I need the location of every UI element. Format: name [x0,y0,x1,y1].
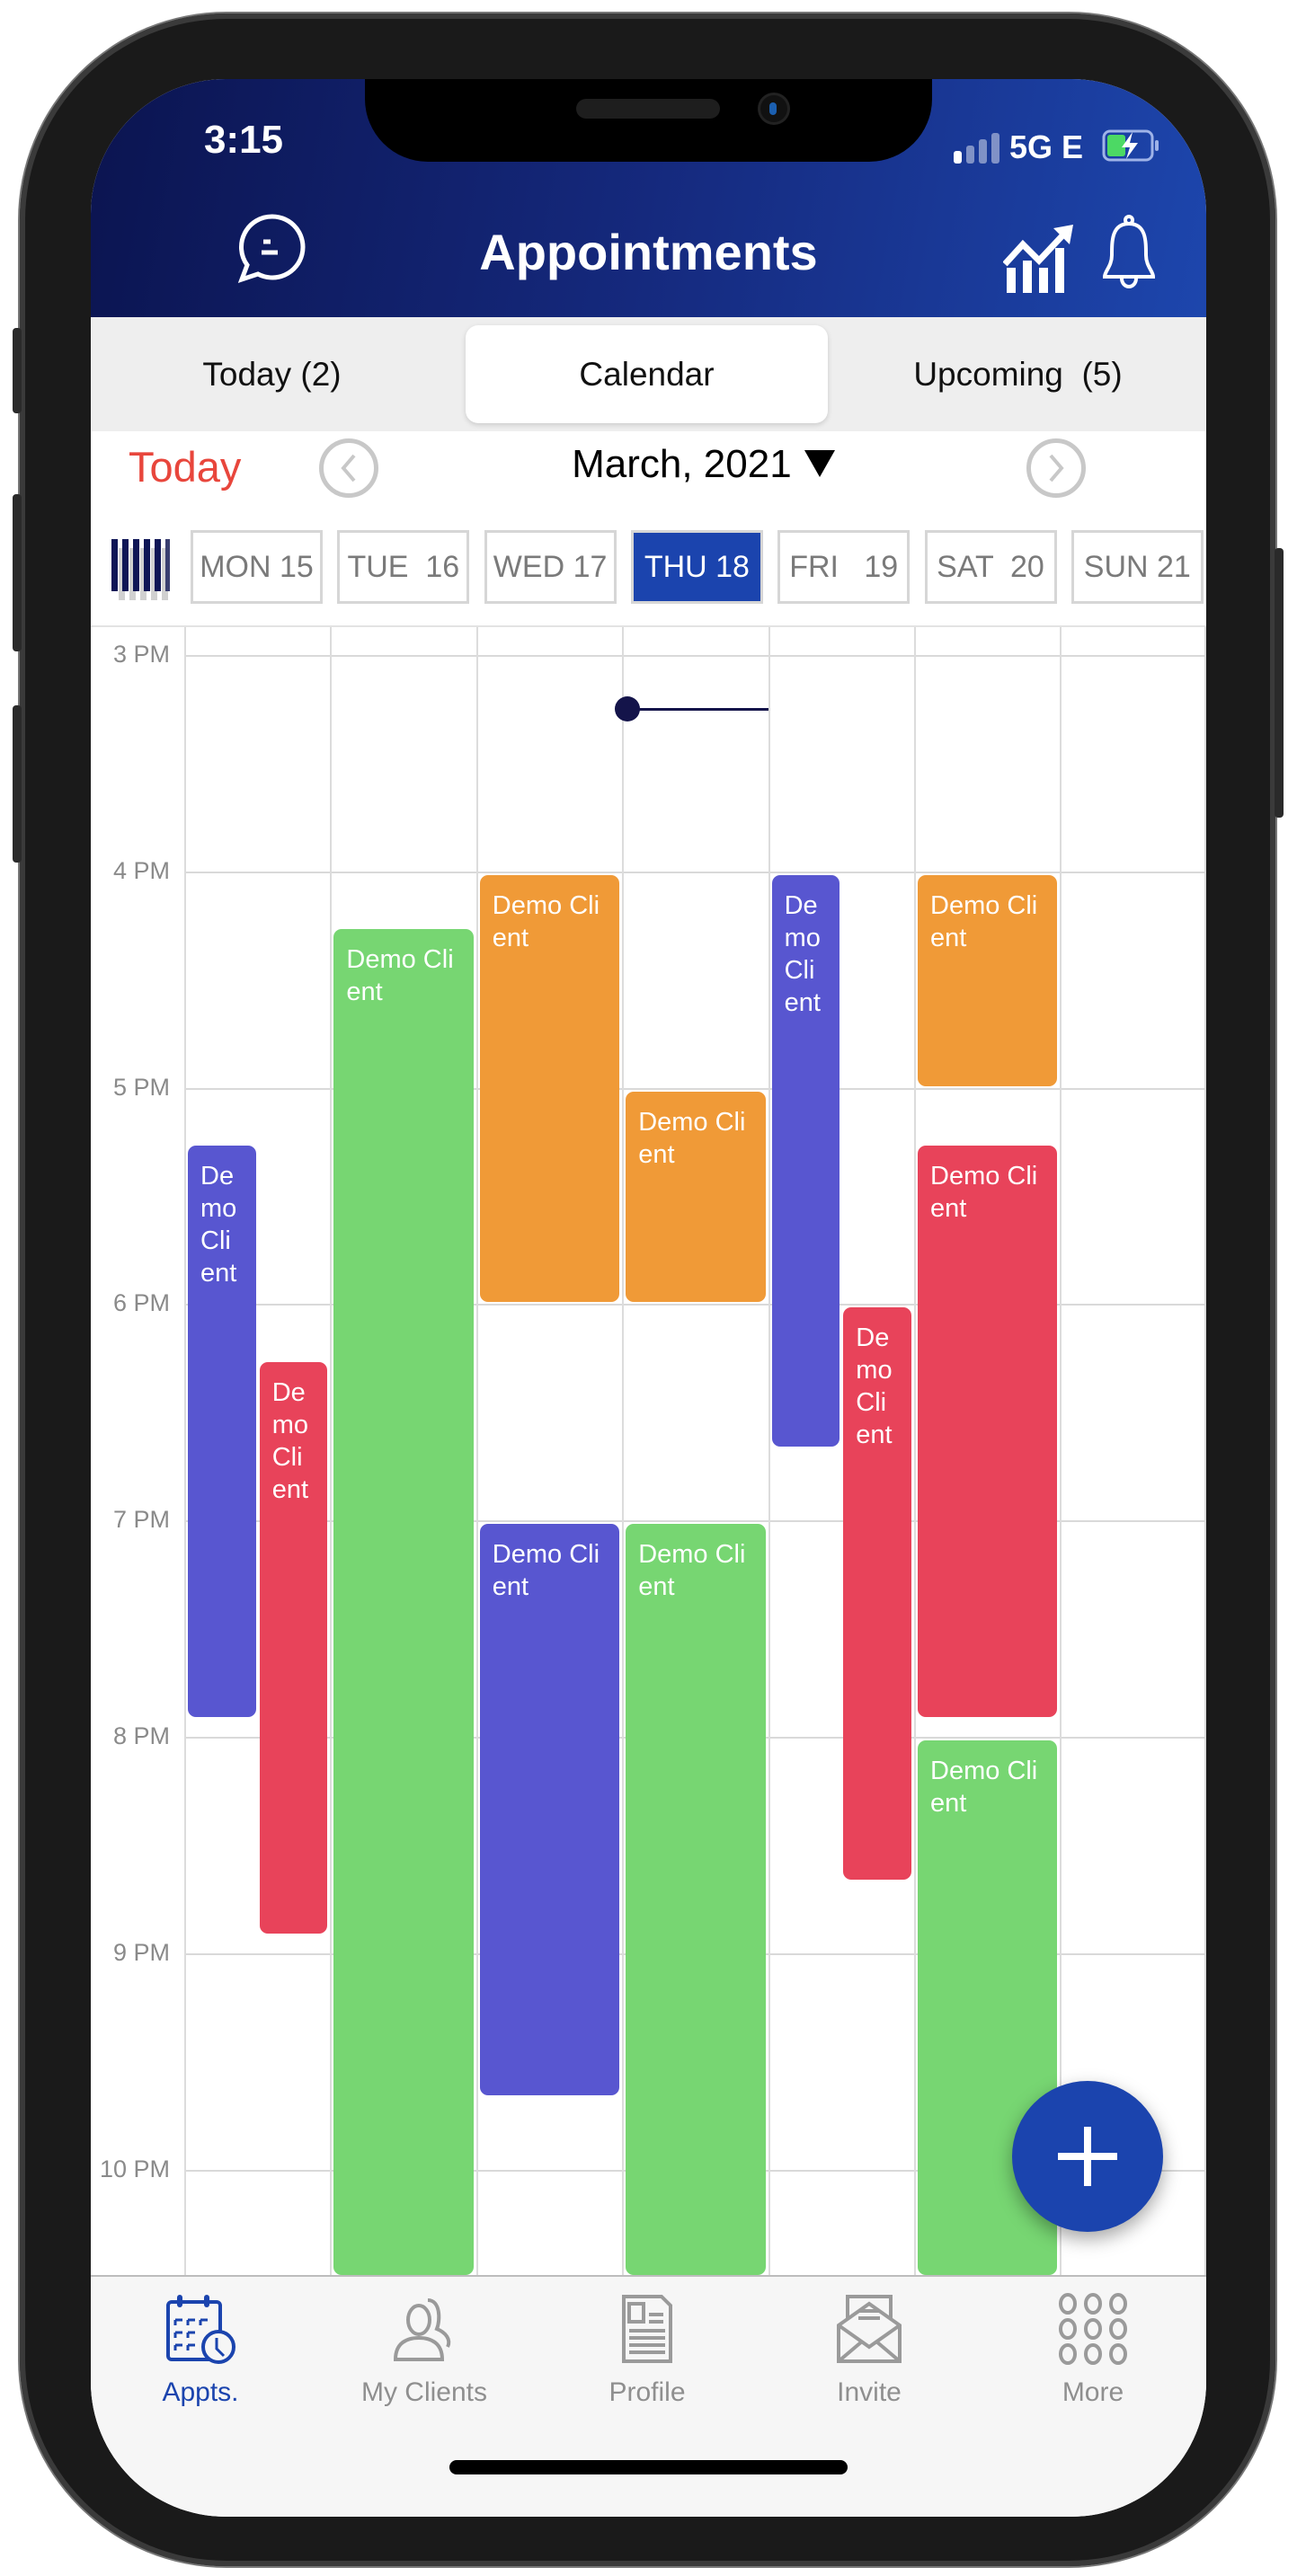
hour-label: 3 PM [112,641,170,668]
appointment-event[interactable]: Demo Client [479,874,620,1303]
hour-label: 10 PM [99,2155,170,2182]
tabbar-my-clients[interactable]: My Clients [316,2293,532,2408]
triangle-down-icon [804,450,835,477]
plus-icon [1058,2127,1117,2186]
day-5[interactable]: SAT 20 [924,530,1057,604]
tabbar-label: Profile [609,2377,686,2407]
appointment-event[interactable]: Demo Client [918,1145,1058,1717]
appointment-event[interactable]: Demo Client [188,1145,256,1717]
hour-label: 9 PM [112,1938,170,1966]
hour-label: 4 PM [112,856,170,884]
power-button [1275,548,1284,818]
day-1[interactable]: TUE 16 [337,530,470,604]
hour-line [184,871,1206,873]
appointment-event[interactable]: Demo Client [259,1361,328,1934]
appointment-event[interactable]: Demo Client [918,874,1058,1086]
mute-switch [13,328,22,413]
tabbar-more[interactable]: More [985,2293,1201,2408]
tabbar-appts[interactable]: Appts. [93,2293,308,2408]
tab-label: Upcoming (5) [913,355,1123,393]
speaker [576,99,720,119]
tab-label: Today (2) [202,355,342,393]
tabbar-label: Appts. [162,2377,239,2407]
day-column-divider [475,627,478,2275]
hour-label: 7 PM [112,1506,170,1534]
day-column-divider [768,627,770,2275]
notch [365,79,932,162]
status-time: 3:15 [203,118,284,162]
app-screen: 3:15 5G E Appointments Today (2) Calenda… [91,79,1206,2517]
appointment-event[interactable]: Demo Client [626,1091,766,1303]
current-time-dot [615,696,641,722]
calendar-grid: 3 PM 4 PM 5 PM 6 PM 7 PM 8 PM 9 PM 10 PM Demo Cl… [91,625,1206,2275]
day-2[interactable]: WED 17 [484,530,617,604]
camera [760,95,787,122]
week-grid-icon[interactable] [111,539,176,602]
day-column-divider [184,627,186,2275]
appointment-event[interactable]: Demo Client [843,1307,911,1880]
day-column-divider [330,627,333,2275]
grid-dots-icon [1059,2293,1127,2365]
tabbar-profile[interactable]: Profile [539,2293,755,2408]
chevron-left-circle-icon[interactable] [319,438,378,498]
tabbar-label: More [1062,2377,1124,2407]
tab-calendar[interactable]: Calendar [466,325,828,423]
day-4[interactable]: FRI 19 [777,530,911,604]
home-indicator [449,2460,848,2474]
signal-bars-icon [954,133,1000,164]
today-button[interactable]: Today [129,442,241,491]
hour-line [184,655,1206,657]
day-column-divider [622,627,625,2275]
segmented-tabs: Today (2) Calendar Upcoming (5) [91,317,1206,431]
tab-label: Calendar [579,355,715,393]
calendar-clock-icon [166,2295,235,2364]
tab-today[interactable]: Today (2) [91,325,453,423]
battery-charging-icon [1102,129,1161,162]
month-label: March, 2021 [572,442,792,486]
appointment-event[interactable]: Demo Client [771,874,840,1447]
day-column-divider [1060,627,1062,2275]
day-6[interactable]: SUN 21 [1070,530,1204,604]
hour-label: 5 PM [112,1073,170,1101]
bottom-tab-bar: Appts. My Clients Profile Invite More [91,2275,1206,2517]
appointment-event[interactable]: Demo Client [333,929,474,2275]
volume-up-button [13,494,22,651]
bell-icon[interactable] [1097,214,1160,295]
add-appointment-button[interactable] [1012,2081,1163,2232]
appointment-event[interactable]: Demo Client [479,1524,620,2096]
users-icon [393,2298,451,2361]
envelope-icon [837,2295,902,2363]
day-3[interactable]: THU 18 [630,530,763,604]
day-column-divider [1204,627,1206,2275]
volume-down-button [13,705,22,863]
tab-upcoming[interactable]: Upcoming (5) [837,325,1199,423]
hour-label: 8 PM [112,1722,170,1749]
appointment-event[interactable]: Demo Client [626,1524,766,2275]
hour-label: 6 PM [112,1289,170,1317]
network-label: 5G E [1009,128,1084,165]
day-column-divider [914,627,916,2275]
month-selector[interactable]: March, 2021 [450,442,958,487]
profile-document-icon [622,2295,672,2363]
tabbar-invite[interactable]: Invite [761,2293,977,2408]
current-time-line [622,708,768,712]
day-0[interactable]: MON 15 [191,530,323,604]
chevron-right-circle-icon[interactable] [1026,438,1086,498]
growth-chart-icon[interactable] [1002,223,1079,295]
tabbar-label: Invite [837,2377,902,2407]
tabbar-label: My Clients [360,2377,488,2407]
